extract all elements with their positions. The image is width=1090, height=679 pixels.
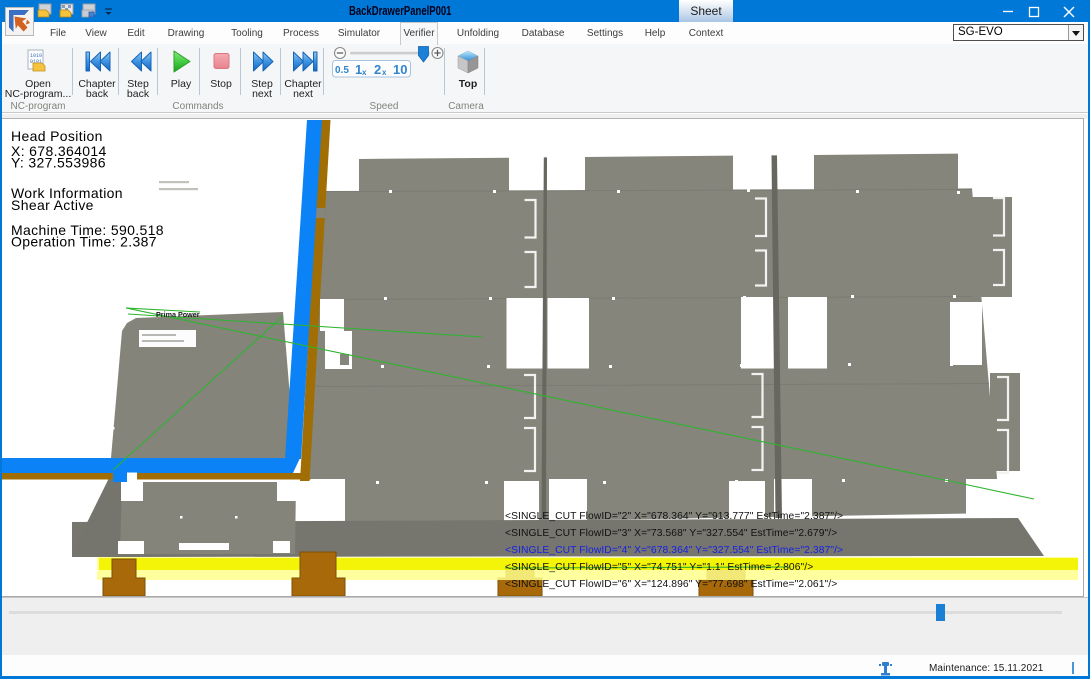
svg-text:Shear Active: Shear Active bbox=[11, 197, 94, 213]
svg-text:Operation Time: 2.387: Operation Time: 2.387 bbox=[11, 234, 157, 250]
svg-text:<SINGLE_CUT FlowID="5" X="74.7: <SINGLE_CUT FlowID="5" X="74.751" Y="1.1… bbox=[505, 562, 813, 573]
svg-text:Head Position: Head Position bbox=[11, 128, 103, 144]
svg-text:<SINGLE_CUT FlowID="2" X="678.: <SINGLE_CUT FlowID="2" X="678.364" Y="91… bbox=[505, 511, 843, 522]
svg-text:<SINGLE_CUT FlowID="4" X="678.: <SINGLE_CUT FlowID="4" X="678.364" Y="32… bbox=[505, 545, 843, 556]
svg-text:Y: 327.553986: Y: 327.553986 bbox=[11, 155, 106, 171]
svg-text:<SINGLE_CUT FlowID="3" X="73.5: <SINGLE_CUT FlowID="3" X="73.568" Y="327… bbox=[505, 528, 837, 539]
svg-text:Prima Power: Prima Power bbox=[156, 310, 200, 319]
svg-text:<SINGLE_CUT FlowID="6" X="124.: <SINGLE_CUT FlowID="6" X="124.896" Y="77… bbox=[505, 579, 837, 590]
